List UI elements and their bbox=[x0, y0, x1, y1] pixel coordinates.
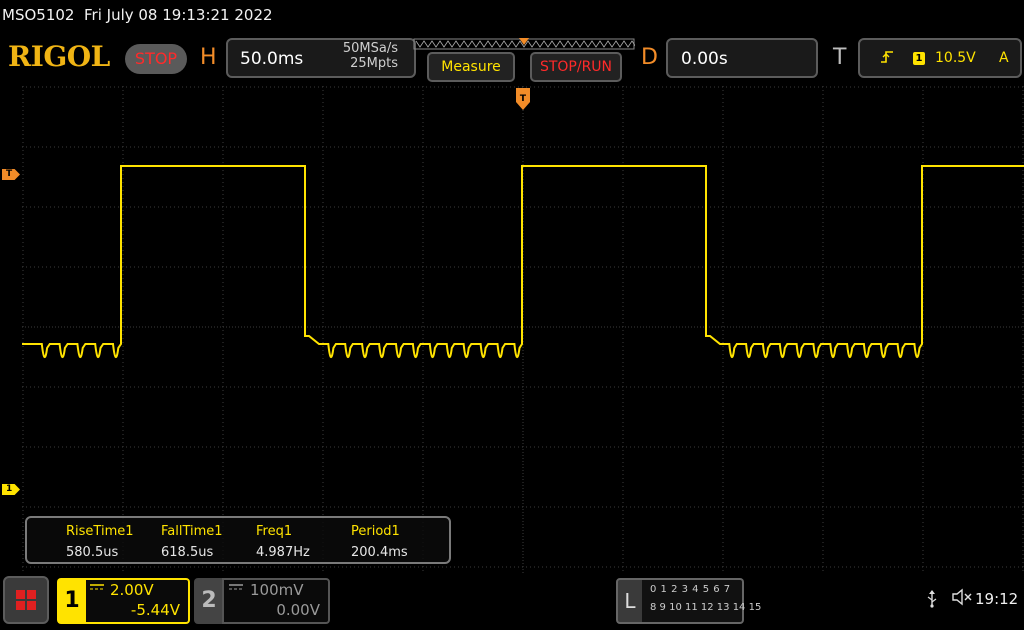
measurement-label: RiseTime1 bbox=[66, 524, 134, 539]
measure-button[interactable]: Measure bbox=[427, 52, 515, 82]
sample-rate: 50MSa/s bbox=[342, 41, 398, 56]
measurement-value: 200.4ms bbox=[351, 545, 408, 560]
datetime: Fri July 08 19:13:21 2022 bbox=[84, 6, 273, 24]
trigger-position-label: T bbox=[520, 94, 527, 104]
delay-label: D bbox=[641, 45, 658, 70]
dc-coupling-icon bbox=[229, 581, 243, 594]
usb-icon bbox=[926, 590, 938, 612]
horizontal-label: H bbox=[200, 45, 217, 70]
speaker-muted-icon[interactable] bbox=[951, 588, 973, 610]
measurement-value: 4.987Hz bbox=[256, 545, 310, 560]
brand-logo: RIGOL bbox=[8, 40, 110, 73]
waveform-display[interactable] bbox=[22, 86, 1024, 574]
delay-value: 0.00s bbox=[681, 49, 728, 69]
measurement-label: Freq1 bbox=[256, 524, 293, 539]
channel2-button[interactable]: 2 bbox=[194, 578, 224, 624]
trigger-label: T bbox=[833, 45, 847, 70]
channel1-button[interactable]: 1 bbox=[57, 578, 87, 624]
measurement-panel[interactable]: RiseTime1 580.5us FallTime1 618.5us Freq… bbox=[25, 516, 451, 564]
trigger-level-marker[interactable]: T bbox=[2, 169, 20, 180]
system-clock: 19:12 bbox=[975, 590, 1019, 608]
stop-run-button[interactable]: STOP/RUN bbox=[530, 52, 622, 82]
timebase-value: 50.0ms bbox=[240, 49, 304, 69]
memory-position-indicator bbox=[413, 38, 635, 50]
channel2-scale: 100mV bbox=[250, 581, 304, 599]
device-info: MSO5102 Fri July 08 19:13:21 2022 bbox=[2, 6, 273, 24]
run-state-badge[interactable]: STOP bbox=[125, 44, 187, 74]
channel1-offset: -5.44V bbox=[130, 601, 180, 619]
dc-coupling-icon bbox=[90, 581, 104, 594]
trigger-mode: A bbox=[999, 50, 1009, 66]
grid-menu-icon bbox=[16, 590, 36, 610]
measurement-label: FallTime1 bbox=[161, 524, 223, 539]
memory-depth: 25Mpts bbox=[350, 56, 398, 71]
logic-channels-low: 0 1 2 3 4 5 6 7 bbox=[650, 584, 731, 595]
logic-channels-high: 8 9 10 11 12 13 14 15 bbox=[650, 602, 762, 613]
channel1-trace bbox=[22, 165, 1024, 358]
measurement-value: 580.5us bbox=[66, 545, 119, 560]
measurement-value: 618.5us bbox=[161, 545, 214, 560]
channel1-scale: 2.00V bbox=[110, 581, 154, 599]
channel2-offset: 0.00V bbox=[276, 601, 320, 619]
trigger-position-marker[interactable]: T bbox=[516, 88, 530, 110]
trigger-source-badge: 1 bbox=[913, 52, 925, 65]
channel1-offset-marker[interactable]: 1 bbox=[2, 484, 20, 495]
trigger-level: 10.5V bbox=[935, 50, 976, 66]
rising-edge-icon bbox=[880, 50, 894, 68]
measurement-label: Period1 bbox=[351, 524, 400, 539]
main-menu-button[interactable] bbox=[3, 576, 49, 624]
logic-analyzer-button[interactable]: L bbox=[616, 578, 644, 624]
model-name: MSO5102 bbox=[2, 6, 75, 24]
